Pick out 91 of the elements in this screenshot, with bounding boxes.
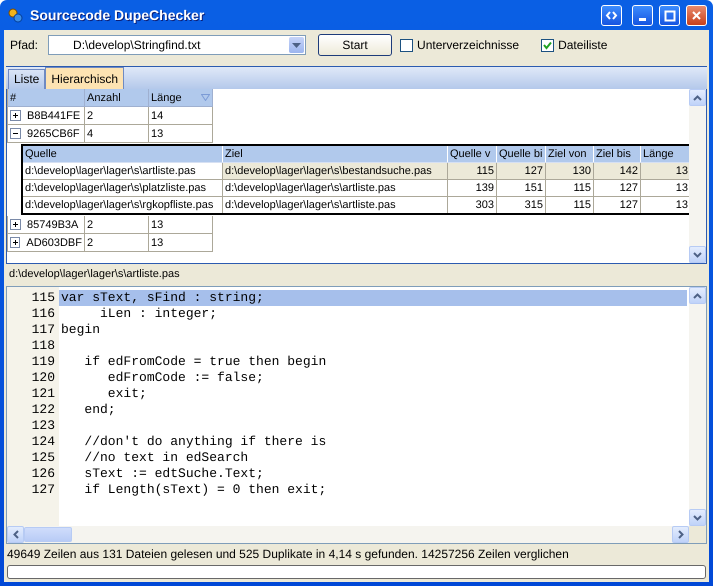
horizontal-scrollbar[interactable] xyxy=(7,526,689,543)
table-cell: 139 xyxy=(448,180,496,196)
table-cell: 151 xyxy=(496,180,546,196)
table-cell: 13 xyxy=(640,162,689,180)
minimize-icon xyxy=(639,18,646,20)
path-label: Pfad: xyxy=(10,38,38,52)
code-line: //no text in edSearch xyxy=(83,450,250,466)
maximize-button[interactable] xyxy=(659,4,680,26)
line-number: 122 xyxy=(30,402,56,418)
table-cell: d:\develop\lager\lager\s\artliste.pas xyxy=(22,162,222,180)
column-header[interactable]: # xyxy=(7,89,85,107)
code-line: //don't do anything if there is xyxy=(83,434,328,450)
code-line: edFromCode := false; xyxy=(106,370,265,386)
app-icon xyxy=(6,6,24,24)
table-cell: 130 xyxy=(546,162,594,180)
table-cell: d:\develop\lager\lager\s\artliste.pas xyxy=(222,180,448,196)
code-line: if edFromCode = true then begin xyxy=(83,354,328,370)
column-header[interactable]: Länge xyxy=(149,89,213,107)
checkmark-icon xyxy=(543,40,552,50)
line-number: 115 xyxy=(30,290,56,306)
code-line: if Length(sText) = 0 then exit; xyxy=(83,482,328,498)
line-number: 117 xyxy=(30,322,56,338)
table-cell: 13 xyxy=(149,125,213,143)
scroll-right-button[interactable] xyxy=(672,526,689,543)
table-cell: 115 xyxy=(448,162,496,180)
scroll-up-button[interactable] xyxy=(689,287,706,304)
line-number: 118 xyxy=(30,338,56,354)
scroll-up-button[interactable] xyxy=(689,89,706,106)
scroll-down-button[interactable] xyxy=(689,246,706,263)
table-cell: 85749B3A xyxy=(27,218,78,230)
line-number: 123 xyxy=(30,418,56,434)
restore-button[interactable] xyxy=(601,4,622,26)
collapse-icon[interactable] xyxy=(10,128,21,139)
file-path-label: d:\develop\lager\lager\s\artliste.pas xyxy=(8,268,181,282)
table-cell: 115 xyxy=(546,180,594,196)
table-cell: AD603DBF xyxy=(26,236,82,248)
table-cell: d:\develop\lager\lager\s\platzliste.pas xyxy=(22,180,222,196)
table-cell: 142 xyxy=(594,162,640,180)
table-cell: d:\develop\lager\lager\s\artliste.pas xyxy=(222,196,448,214)
code-line: begin xyxy=(60,322,102,338)
start-button[interactable]: Start xyxy=(318,34,392,56)
table-cell: 2 xyxy=(85,107,149,125)
line-number: 125 xyxy=(30,450,56,466)
scrollbar-corner xyxy=(689,526,706,543)
column-header[interactable]: Ziel xyxy=(222,145,448,162)
column-header[interactable]: Quelle v xyxy=(448,145,496,162)
maximize-icon xyxy=(662,8,677,22)
close-button[interactable] xyxy=(686,4,707,26)
scroll-left-button[interactable] xyxy=(7,526,24,543)
code-line: end; xyxy=(83,402,117,418)
window-title: Sourcecode DupeChecker xyxy=(30,7,206,23)
scroll-down-button[interactable] xyxy=(689,509,706,526)
line-number: 116 xyxy=(30,306,56,322)
path-dropdown[interactable]: D:\develop\Stringfind.txt xyxy=(48,35,306,55)
checkbox[interactable]: Dateiliste xyxy=(541,38,608,52)
column-header[interactable]: Quelle bi xyxy=(496,145,546,162)
column-header[interactable]: Ziel bis xyxy=(594,145,640,162)
table-cell: 4 xyxy=(85,125,149,143)
vertical-scrollbar[interactable] xyxy=(689,89,706,263)
tab[interactable]: Hierarchisch xyxy=(45,67,124,89)
column-header[interactable]: Länge xyxy=(640,145,689,162)
status-text: 49649 Zeilen aus 131 Dateien gelesen und 525 Duplikate in 4,14 s gefunden. 14257256 Zeilen verglichen xyxy=(7,546,570,562)
table-cell: 13 xyxy=(149,216,213,234)
table-cell: 127 xyxy=(594,180,640,196)
line-number: 121 xyxy=(30,386,56,402)
table-cell: 9265CB6F xyxy=(27,128,80,140)
line-number: 127 xyxy=(30,482,56,498)
table-cell: 127 xyxy=(496,162,546,180)
code-line: exit; xyxy=(106,386,148,402)
column-header[interactable]: Ziel von xyxy=(546,145,594,162)
line-number: 120 xyxy=(30,370,56,386)
expand-icon[interactable] xyxy=(10,237,20,248)
expand-icon[interactable] xyxy=(10,219,21,230)
column-header[interactable]: Anzahl xyxy=(85,89,149,107)
table-cell: 13 xyxy=(149,234,213,252)
table-cell: 14 xyxy=(149,107,213,125)
checkbox[interactable]: Unterverzeichnisse xyxy=(400,38,520,52)
minimize-button[interactable] xyxy=(632,4,653,26)
column-header[interactable]: Quelle xyxy=(22,145,222,162)
line-number: 126 xyxy=(30,466,56,482)
table-cell: d:\develop\lager\lager\s\bestandsuche.pas xyxy=(222,162,448,180)
line-number: 124 xyxy=(30,434,56,450)
line-number: 119 xyxy=(30,354,56,370)
table-cell: B8B441FE xyxy=(27,110,80,122)
table-cell: 2 xyxy=(85,216,149,234)
scroll-thumb[interactable] xyxy=(24,527,72,542)
vertical-scrollbar[interactable] xyxy=(689,287,706,526)
code-line: sText := edtSuche.Text; xyxy=(83,466,265,482)
code-line: iLen : integer; xyxy=(99,306,218,322)
expand-icon[interactable] xyxy=(10,110,21,121)
table-cell: 2 xyxy=(85,234,149,252)
